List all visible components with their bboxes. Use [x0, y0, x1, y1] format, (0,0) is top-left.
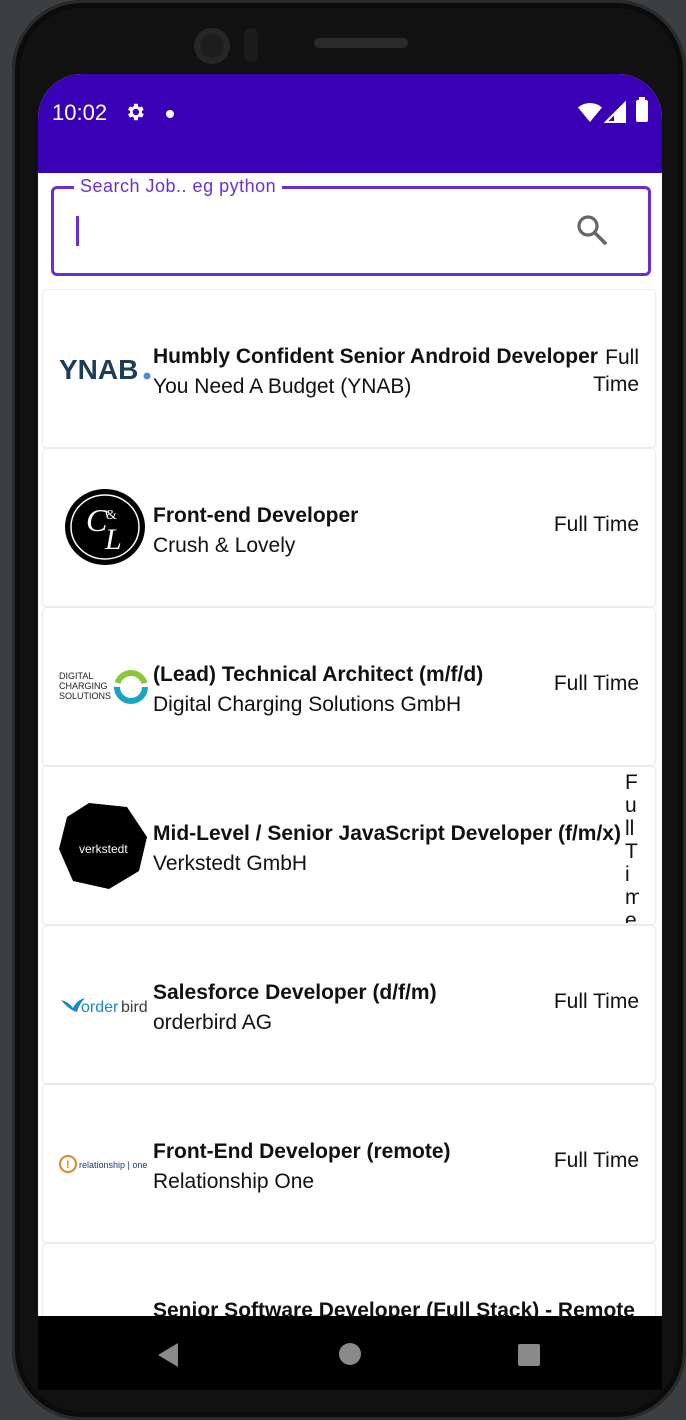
job-card[interactable]: verkstedt Mid-Level / Senior JavaScript …	[43, 767, 655, 924]
back-icon[interactable]	[156, 1342, 180, 1368]
notification-dot-icon	[166, 110, 174, 118]
crush-lovely-logo: C & L	[65, 489, 145, 565]
job-title: Salesforce Developer (d/f/m)	[153, 981, 437, 1004]
gear-icon	[128, 103, 144, 121]
text-cursor	[76, 216, 79, 246]
job-title: Front-End Developer (remote)	[153, 1140, 451, 1163]
job-company: orderbird AG	[153, 1011, 273, 1034]
status-time: 10:02	[52, 100, 108, 125]
svg-text:verkstedt: verkstedt	[79, 842, 128, 856]
job-title: Front-end Developer	[153, 504, 359, 527]
job-company: Verkstedt GmbH	[153, 852, 308, 875]
wifi-icon	[578, 103, 602, 122]
relationship-one-logo: ! relationship | one	[59, 1155, 147, 1173]
svg-text:&: &	[106, 508, 117, 523]
svg-text:DIGITAL: DIGITAL	[59, 671, 93, 681]
job-card[interactable]: order bird Salesforce Developer (d/f/m) …	[43, 926, 655, 1083]
job-text: Mid-Level / Senior JavaScript Developer …	[153, 819, 621, 879]
job-text: Salesforce Developer (d/f/m) orderbird A…	[153, 978, 437, 1038]
svg-text:SOLUTIONS: SOLUTIONS	[59, 691, 111, 701]
job-title: Humbly Confident Senior Android Develope…	[153, 345, 598, 368]
signal-icon	[604, 101, 626, 123]
verkstedt-logo: verkstedt	[59, 803, 147, 889]
svg-text:relationship | one: relationship | one	[79, 1160, 147, 1170]
digital-charging-logo: DIGITAL CHARGING SOLUTIONS	[59, 670, 148, 704]
job-type: Full Time	[553, 990, 639, 1013]
job-title: (Lead) Technical Architect (m/f/d)	[153, 663, 484, 686]
job-company: You Need A Budget (YNAB)	[153, 375, 412, 398]
search-icon[interactable]	[575, 213, 609, 247]
search-input[interactable]	[88, 209, 572, 251]
search-field[interactable]: Search Job.. eg python	[51, 176, 651, 276]
job-card[interactable]: YNAB Humbly Confident Senior Android Dev…	[43, 290, 655, 447]
status-bar: 10:02	[38, 74, 662, 173]
ynab-logo-text: YNAB	[59, 354, 138, 385]
speaker-icon	[314, 38, 408, 48]
job-card[interactable]: ! relationship | one Front-End Developer…	[43, 1085, 655, 1242]
home-icon[interactable]	[338, 1342, 362, 1366]
navigation-bar	[38, 1316, 662, 1390]
job-text: (Lead) Technical Architect (m/f/d) Digit…	[153, 660, 483, 720]
app-screen: 10:02 Search Job.. eg python YNAB Humbly…	[38, 74, 662, 1390]
recents-icon[interactable]	[517, 1343, 541, 1367]
svg-text:L: L	[104, 523, 122, 556]
job-company: Crush & Lovely	[153, 534, 296, 557]
sensor-icon	[244, 28, 258, 62]
job-type: Full Time	[625, 771, 639, 923]
ynab-logo: YNAB	[59, 354, 151, 385]
search-label: Search Job.. eg python	[74, 176, 283, 197]
job-card[interactable]: DIGITAL CHARGING SOLUTIONS (Lead) Techni…	[43, 608, 655, 765]
job-title: Mid-Level / Senior JavaScript Developer …	[153, 822, 621, 845]
orderbird-logo: order bird	[61, 998, 148, 1016]
job-text: Front-end Developer Crush & Lovely	[153, 501, 358, 561]
svg-text:CHARGING: CHARGING	[59, 681, 108, 691]
svg-text:order: order	[81, 999, 119, 1016]
job-text: Humbly Confident Senior Android Develope…	[153, 342, 598, 402]
svg-text:bird: bird	[121, 999, 148, 1016]
job-type: Full Time	[553, 513, 639, 536]
job-list: YNAB Humbly Confident Senior Android Dev…	[43, 290, 657, 1390]
battery-icon	[636, 97, 648, 122]
job-text: Front-End Developer (remote) Relationshi…	[153, 1137, 451, 1197]
job-company: Relationship One	[153, 1170, 315, 1193]
job-card[interactable]: C & L Front-end Developer Crush & Lovely…	[43, 449, 655, 606]
camera-icon	[194, 28, 230, 64]
job-type: Full Time	[553, 672, 639, 695]
job-company: Digital Charging Solutions GmbH	[153, 693, 462, 716]
job-type: Full Time	[553, 1149, 639, 1172]
svg-text:!: !	[66, 1159, 70, 1171]
job-type: Full Time	[593, 346, 639, 396]
